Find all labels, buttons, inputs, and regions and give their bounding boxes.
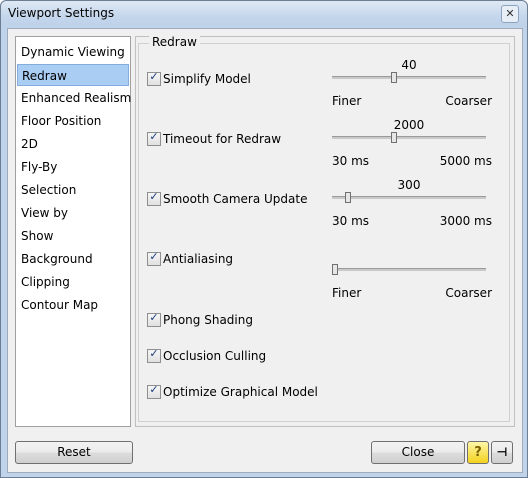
- check-icon: ✓: [149, 190, 159, 203]
- check-icon: ✓: [149, 383, 159, 396]
- occlusion-culling-checkbox[interactable]: ✓: [147, 347, 161, 363]
- window-title: Viewport Settings: [8, 6, 115, 20]
- slider-thumb[interactable]: [332, 264, 338, 275]
- check-icon: ✓: [149, 250, 159, 263]
- nav-item-clipping[interactable]: Clipping: [17, 271, 129, 293]
- dialog-body: Dynamic Viewing Redraw Enhanced Realism …: [7, 28, 523, 473]
- reset-button[interactable]: Reset: [15, 441, 133, 464]
- check-icon: ✓: [149, 70, 159, 83]
- nav-item-dynamic-viewing[interactable]: Dynamic Viewing: [17, 41, 129, 63]
- group-title: Redraw: [149, 35, 200, 49]
- phong-shading-checkbox[interactable]: ✓: [147, 311, 161, 327]
- nav-item-floor-position[interactable]: Floor Position: [17, 110, 129, 132]
- nav-item-fly-by[interactable]: Fly-By: [17, 156, 129, 178]
- nav-item-enhanced-realism[interactable]: Enhanced Realism: [17, 87, 131, 109]
- smooth-camera-update-label: Smooth Camera Update: [163, 192, 308, 206]
- pin-icon[interactable]: ⊣: [491, 441, 513, 464]
- timeout-for-redraw-checkbox[interactable]: ✓: [147, 130, 161, 146]
- smooth-camera-update-slider[interactable]: [332, 192, 486, 203]
- check-icon: ✓: [149, 130, 159, 143]
- close-button[interactable]: Close: [371, 441, 465, 464]
- check-icon: ✓: [149, 311, 159, 324]
- nav-item-contour-map[interactable]: Contour Map: [17, 294, 129, 316]
- antialiasing-min-label: Finer: [332, 286, 362, 300]
- nav-item-view-by[interactable]: View by: [17, 202, 129, 224]
- simplify-model-max-label: Coarser: [445, 94, 492, 108]
- timeout-for-redraw-slider[interactable]: [332, 132, 486, 143]
- close-window-icon[interactable]: ✕: [501, 5, 519, 23]
- timeout-for-redraw-value: 2000: [393, 118, 425, 132]
- viewport-settings-window: Viewport Settings ✕ Dynamic Viewing Redr…: [0, 0, 528, 478]
- timeout-for-redraw-max-label: 5000 ms: [439, 154, 492, 168]
- help-icon[interactable]: ?: [467, 441, 489, 464]
- slider-thumb[interactable]: [391, 72, 397, 83]
- smooth-camera-update-min-label: 30 ms: [332, 214, 370, 228]
- timeout-for-redraw-label: Timeout for Redraw: [163, 132, 282, 146]
- nav-item-show[interactable]: Show: [17, 225, 129, 247]
- check-icon: ✓: [149, 347, 159, 360]
- smooth-camera-update-max-label: 3000 ms: [439, 214, 492, 228]
- nav-item-selection[interactable]: Selection: [17, 179, 129, 201]
- simplify-model-label: Simplify Model: [163, 72, 251, 86]
- simplify-model-slider[interactable]: [332, 72, 486, 83]
- redraw-group: Redraw ✓ Simplify Model 40 Finer Coarser…: [138, 35, 510, 422]
- nav-item-background[interactable]: Background: [17, 248, 129, 270]
- settings-panel: Redraw ✓ Simplify Model 40 Finer Coarser…: [135, 35, 515, 427]
- antialiasing-checkbox[interactable]: ✓: [147, 250, 161, 266]
- simplify-model-min-label: Finer: [332, 94, 362, 108]
- phong-shading-label: Phong Shading: [163, 313, 253, 327]
- nav-item-2d[interactable]: 2D: [17, 133, 129, 155]
- timeout-for-redraw-min-label: 30 ms: [332, 154, 370, 168]
- slider-thumb[interactable]: [391, 132, 397, 143]
- optimize-graphical-model-checkbox[interactable]: ✓: [147, 383, 161, 399]
- simplify-model-checkbox[interactable]: ✓: [147, 70, 161, 86]
- optimize-graphical-model-label: Optimize Graphical Model: [163, 385, 318, 399]
- antialiasing-label: Antialiasing: [163, 252, 234, 266]
- title-bar[interactable]: Viewport Settings ✕: [1, 1, 527, 27]
- slider-thumb[interactable]: [345, 192, 351, 203]
- simplify-model-value: 40: [401, 58, 417, 72]
- antialiasing-slider[interactable]: [332, 264, 486, 275]
- antialiasing-max-label: Coarser: [445, 286, 492, 300]
- category-list: Dynamic Viewing Redraw Enhanced Realism …: [15, 36, 131, 427]
- occlusion-culling-label: Occlusion Culling: [163, 349, 267, 363]
- smooth-camera-update-checkbox[interactable]: ✓: [147, 190, 161, 206]
- smooth-camera-update-value: 300: [397, 178, 421, 192]
- nav-item-redraw[interactable]: Redraw: [17, 64, 129, 86]
